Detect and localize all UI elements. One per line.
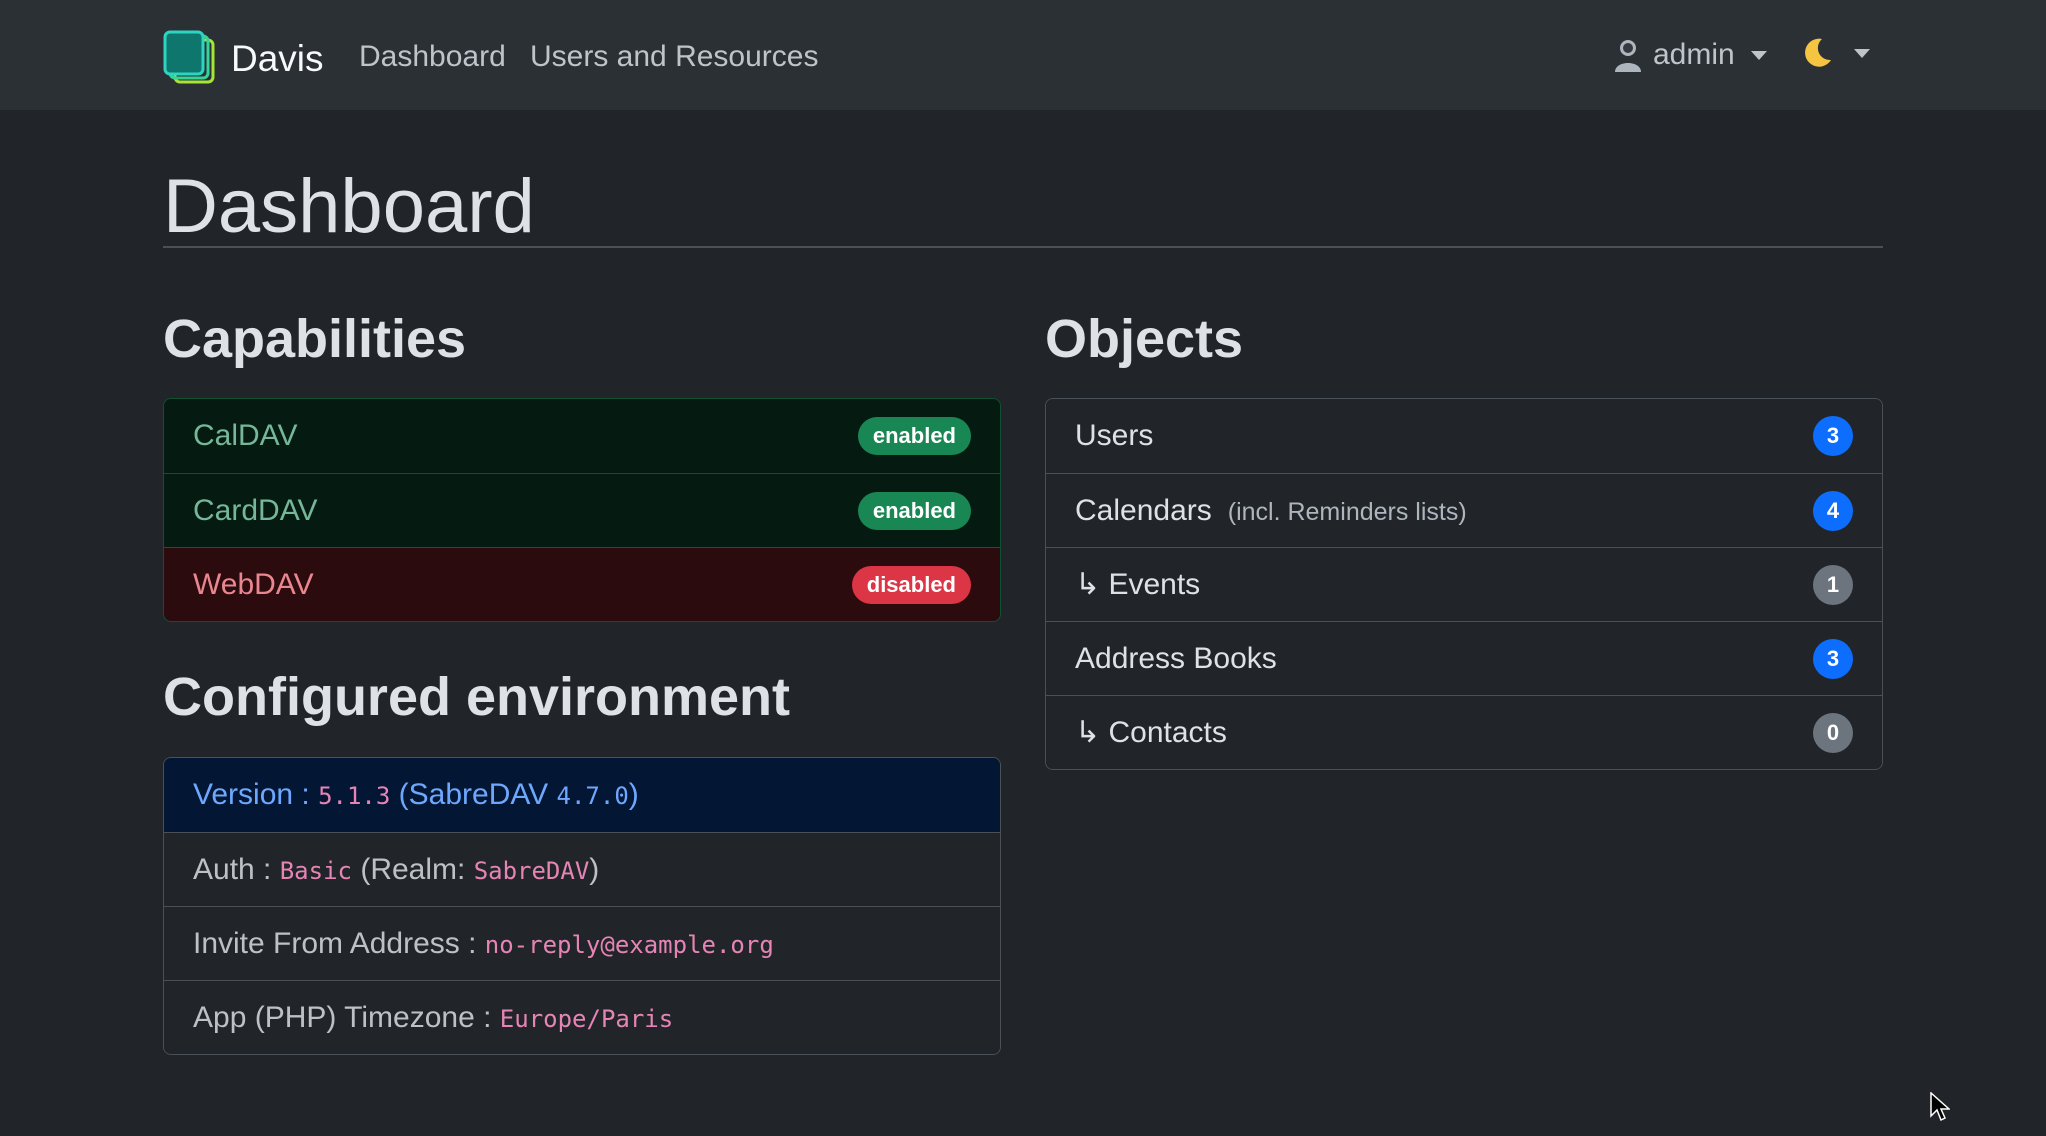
object-contacts: ↳ Contacts 0 [1046,695,1882,769]
paren-close: ) [589,852,600,886]
count-badge: 4 [1813,490,1853,531]
object-calendars: Calendars (incl. Reminders lists) 4 [1046,473,1882,547]
user-menu[interactable]: admin [1613,38,1767,72]
object-label: ↳ Contacts [1075,716,1227,749]
capability-carddav: CardDAV enabled [164,473,1000,547]
user-icon [1615,40,1641,72]
chevron-down-icon [1854,48,1870,58]
env-invite-address: Invite From Address : no-reply@example.o… [164,906,1000,980]
env-auth: Auth : Basic (Realm: SabreDAV) [164,832,1000,906]
env-version: Version : 5.1.3 (SabreDAV 4.7.0) [164,758,1000,832]
status-badge: enabled [857,417,971,455]
object-sublabel: (incl. Reminders lists) [1227,497,1467,526]
capability-label: CalDAV [193,419,298,452]
capability-webdav: WebDAV disabled [164,547,1000,621]
title-divider [163,246,1883,248]
timezone-label: App (PHP) Timezone : [193,1000,492,1034]
object-events: ↳ Events 1 [1046,547,1882,621]
davis-logo-icon [163,30,215,84]
auth-label: Auth : [193,852,272,886]
object-address-books: Address Books 3 [1046,621,1882,695]
moon-icon [1805,38,1831,67]
count-badge: 1 [1813,564,1853,605]
object-label: ↳ Events [1075,568,1201,601]
user-name: admin [1653,38,1735,71]
invite-value: no-reply@example.org [484,930,774,959]
object-label: Calendars [1075,493,1212,527]
status-badge: enabled [857,491,971,530]
realm-label: (Realm: [360,852,466,886]
capability-caldav: CalDAV enabled [164,399,1000,473]
capability-label: WebDAV [193,567,314,601]
capabilities-heading: Capabilities [163,309,467,369]
theme-menu[interactable] [1800,36,1870,70]
objects-list: Users 3 Calendars (incl. Reminders lists… [1045,398,1883,770]
timezone-value: Europe/Paris [499,1004,674,1033]
brand-link[interactable]: Davis [163,30,324,86]
invite-label: Invite From Address : [193,926,477,960]
realm-value: SabreDAV [473,856,590,885]
nav-users-and-resources[interactable]: Users and Resources [530,40,818,73]
page-title: Dashboard [163,164,535,249]
nav-dashboard[interactable]: Dashboard [359,40,506,73]
environment-list: Version : 5.1.3 (SabreDAV 4.7.0) Auth : … [163,757,1001,1055]
count-badge: 3 [1813,416,1853,456]
top-navbar: Davis Dashboard Users and Resources admi… [0,0,2046,110]
sabredav-label: (SabreDAV [398,778,549,811]
capability-label: CardDAV [193,493,318,527]
chevron-down-icon [1750,50,1767,60]
count-badge: 3 [1813,638,1853,679]
brand-name: Davis [231,37,324,79]
paren-close: ) [628,778,639,811]
capabilities-list: CalDAV enabled CardDAV enabled WebDAV di… [163,398,1001,622]
object-label: Users [1075,419,1154,452]
objects-heading: Objects [1045,309,1244,369]
count-badge: 0 [1813,712,1853,753]
status-badge: disabled [851,565,971,604]
object-label: Address Books [1075,641,1277,675]
sabredav-version: 4.7.0 [556,782,629,810]
version-value: 5.1.3 [318,782,391,810]
env-timezone: App (PHP) Timezone : Europe/Paris [164,980,1000,1054]
mouse-cursor-icon [1930,1092,1950,1122]
version-label: Version : [193,778,310,811]
environment-heading: Configured environment [163,667,791,727]
object-users: Users 3 [1046,399,1882,473]
auth-value: Basic [279,856,352,885]
